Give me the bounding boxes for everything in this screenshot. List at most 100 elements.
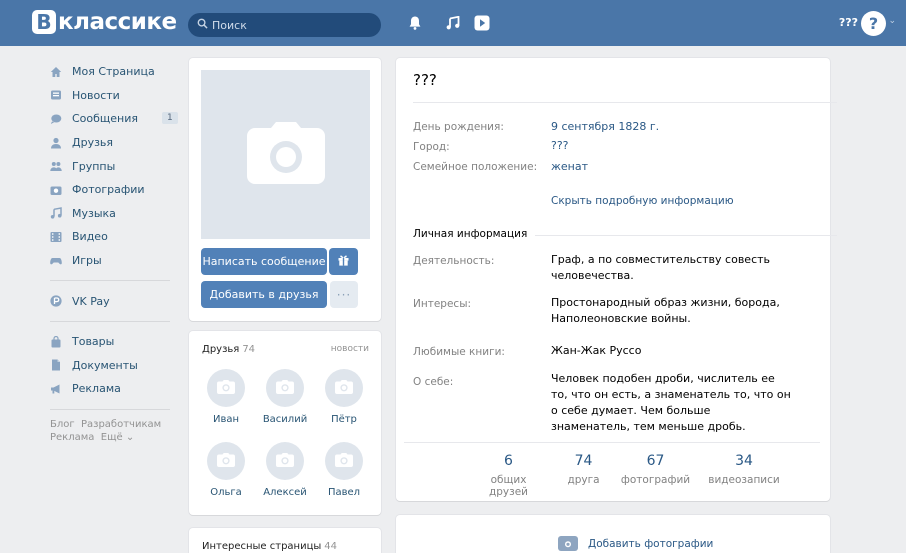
interests-label: Интересы: [413,298,472,310]
search-box[interactable] [188,13,381,37]
sidebar-item-label: Игры [72,254,102,268]
friend-name: Павел [327,487,361,498]
sidebar-item-vkpay[interactable]: VK Pay [50,289,180,313]
camera-icon [335,379,353,397]
music-icon [50,207,62,219]
footer-link-more[interactable]: Ещё [101,432,123,443]
friend-name: Василий [262,414,308,425]
friend-avatar [266,442,304,480]
friend-item[interactable]: Василий [256,369,314,425]
sidebar-item-video[interactable]: Видео [50,225,180,249]
friends-header[interactable]: Друзья 74 [202,344,255,355]
avatar[interactable]: ? [861,11,886,36]
sidebar-item-messages[interactable]: Сообщения 1 [50,107,180,131]
user-name[interactable]: ??? [839,16,858,29]
about-value: Человек подобен дроби, числитель ее то, … [551,372,791,433]
add-photos-button[interactable]: Добавить фотографии [558,536,713,551]
counter-label: общих друзей [488,474,528,498]
sidebar-item-label: Фотографии [72,183,145,197]
sidebar-item-label: Документы [72,358,138,372]
counter-videos[interactable]: 34 видеозаписи [704,453,784,486]
friend-avatar [207,442,245,480]
add-friend-button[interactable]: Добавить в друзья [201,281,327,308]
chat-icon [50,113,62,125]
home-icon [50,66,62,78]
interesting-pages-count: 44 [324,541,338,552]
play-icon[interactable] [472,13,492,33]
friend-item[interactable]: Алексей [256,442,314,498]
sidebar-divider [50,408,170,410]
music-icon[interactable] [443,13,463,33]
favorite-books-label: Любимые книги: [413,346,505,358]
counter-friends[interactable]: 74 друга [561,453,606,486]
sidebar-item-documents[interactable]: Документы [50,354,180,378]
camera-icon [50,184,62,196]
camera-icon [246,122,325,187]
sidebar-item-label: Товары [72,335,115,349]
friend-item[interactable]: Иван [197,369,255,425]
sidebar-item-goods[interactable]: Товары [50,330,180,354]
document-icon [50,359,62,371]
marital-status-label: Семейное положение: [413,161,538,173]
friend-avatar [266,369,304,407]
sidebar-item-label: VK Pay [72,294,110,308]
counter-number: 74 [574,453,593,469]
logo[interactable]: В классике [32,9,177,35]
sidebar-item-label: Моя Страница [72,65,155,79]
counter-photos[interactable]: 67 фотографий [618,453,693,486]
friend-avatar [325,369,363,407]
birthday-value[interactable]: 9 сентября 1828 г. [551,120,659,133]
camera-icon [217,379,235,397]
hide-details-link[interactable]: Скрыть подробную информацию [551,195,734,207]
personal-info-heading: Личная информация [413,228,536,240]
profile-photo[interactable] [201,70,370,239]
sidebar: Моя Страница Новости Сообщения 1 Друзья … [50,60,180,444]
footer-link-developers[interactable]: Разработчикам [81,419,161,430]
counter-label: друга [567,474,600,486]
footer-link-blog[interactable]: Блог [50,419,75,430]
sidebar-item-label: Видео [72,230,108,244]
search-input[interactable] [212,18,362,32]
favorite-books-value[interactable]: Жан-Жак Руссо [551,343,801,359]
bell-icon[interactable] [405,13,425,33]
send-message-button[interactable]: Написать сообщение [201,248,327,275]
sidebar-item-groups[interactable]: Группы [50,154,180,178]
friend-item[interactable]: Пётр [315,369,373,425]
divider [413,102,837,103]
friend-item[interactable]: Ольга [197,442,255,498]
chevron-down-icon[interactable]: ⌄ [888,16,896,26]
logo-text: классике [58,9,177,35]
interesting-pages-title: Интересные страницы [202,541,322,552]
friend-name: Алексей [263,487,307,498]
city-value[interactable]: ??? [551,139,569,152]
more-actions-button[interactable]: ··· [330,281,358,308]
gift-icon [338,254,349,269]
sidebar-footer: Блог Разработчикам Реклама Ещё ⌄ [50,418,180,444]
counter-number: 6 [504,453,513,469]
sidebar-item-photos[interactable]: Фотографии [50,178,180,202]
footer-link-ads[interactable]: Реклама [50,432,94,443]
sidebar-item-friends[interactable]: Друзья [50,131,180,155]
counter-number: 34 [735,453,753,469]
interests-value: Простонародный образ жизни, борода, Напо… [551,296,780,325]
gift-button[interactable] [329,248,358,275]
sidebar-divider [50,280,170,282]
sidebar-item-music[interactable]: Музыка [50,202,180,226]
interesting-pages-header[interactable]: Интересные страницы 44 [202,541,337,552]
camera-icon [217,452,235,470]
camera-icon [276,452,294,470]
friends-card: Друзья 74 новости Иван Василий Пётр Ольга… [189,331,381,515]
add-photos-label: Добавить фотографии [588,537,714,550]
friends-news-link[interactable]: новости [331,344,369,354]
sidebar-item-ads[interactable]: Реклама [50,377,180,401]
chevron-down-icon[interactable]: ⌄ [126,432,134,443]
friend-name: Ольга [210,487,242,498]
marital-status-value[interactable]: женат [551,160,588,173]
sidebar-item-my-page[interactable]: Моя Страница [50,60,180,84]
counter-mutual-friends[interactable]: 6 общих друзей [471,453,546,498]
sidebar-item-news[interactable]: Новости [50,84,180,108]
sidebar-item-label: Группы [72,159,116,173]
sidebar-item-label: Новости [72,88,120,102]
sidebar-item-games[interactable]: Игры [50,249,180,273]
friend-item[interactable]: Павел [315,442,373,498]
